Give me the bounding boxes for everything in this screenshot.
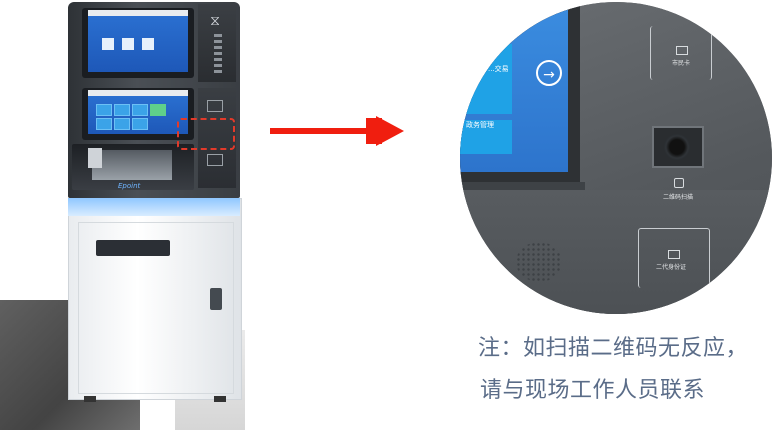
scanner-highlight-box bbox=[177, 118, 235, 150]
lock-icon bbox=[210, 288, 222, 310]
card-reader-slot bbox=[207, 100, 223, 112]
screen-tile bbox=[132, 104, 148, 116]
zoomed-scanner-view: ...交易 政务管理 → 市民卡 二维码扫描 二代身份证 bbox=[460, 2, 772, 314]
kiosk-logo-icon: ⧖ bbox=[210, 13, 220, 29]
kiosk-foot bbox=[84, 396, 96, 402]
zoom-tile-label: 政务管理 bbox=[466, 121, 494, 129]
screen-tile bbox=[114, 104, 130, 116]
kiosk-brand: Epoint bbox=[118, 182, 141, 190]
zoom-screen-tile bbox=[460, 44, 512, 114]
screen-tile bbox=[142, 38, 154, 50]
arrow-right-circle-icon: → bbox=[536, 60, 562, 86]
kiosk-foot bbox=[214, 396, 226, 402]
id-card-icon bbox=[676, 46, 688, 55]
note-line-2: 请与现场工作人员联系 bbox=[480, 378, 706, 403]
kiosk-photo: ⧖ Epoint bbox=[0, 0, 245, 430]
scanner-lens bbox=[664, 134, 690, 160]
citizen-card-label: 市民卡 bbox=[672, 60, 691, 67]
speaker-grille-icon bbox=[516, 242, 562, 282]
zoom-tile-label: ...交易 bbox=[488, 65, 509, 73]
kiosk-light-strip bbox=[68, 198, 240, 216]
note-line-1: 注：如扫描二维码无反应， bbox=[478, 336, 749, 361]
qr-scanner-label: 二维码扫描 bbox=[663, 194, 694, 201]
kiosk-logo-text bbox=[214, 34, 222, 74]
card-reader-slot bbox=[207, 154, 223, 166]
zoom-lower-panel bbox=[460, 190, 772, 314]
screen-tile bbox=[122, 38, 134, 50]
kiosk-top-screen bbox=[82, 8, 194, 78]
qr-scanner bbox=[652, 126, 704, 168]
qr-scan-icon bbox=[674, 178, 684, 188]
screen-tile bbox=[102, 38, 114, 50]
screen-tile bbox=[96, 118, 112, 130]
document-slot bbox=[96, 240, 170, 256]
id-card-label: 二代身份证 bbox=[656, 264, 687, 271]
screen-tile bbox=[132, 118, 148, 130]
screen-tile bbox=[114, 118, 130, 130]
screen-tile bbox=[150, 104, 166, 116]
printer-slot bbox=[88, 148, 102, 168]
screen-tile bbox=[96, 104, 112, 116]
id-card-icon bbox=[668, 250, 680, 259]
